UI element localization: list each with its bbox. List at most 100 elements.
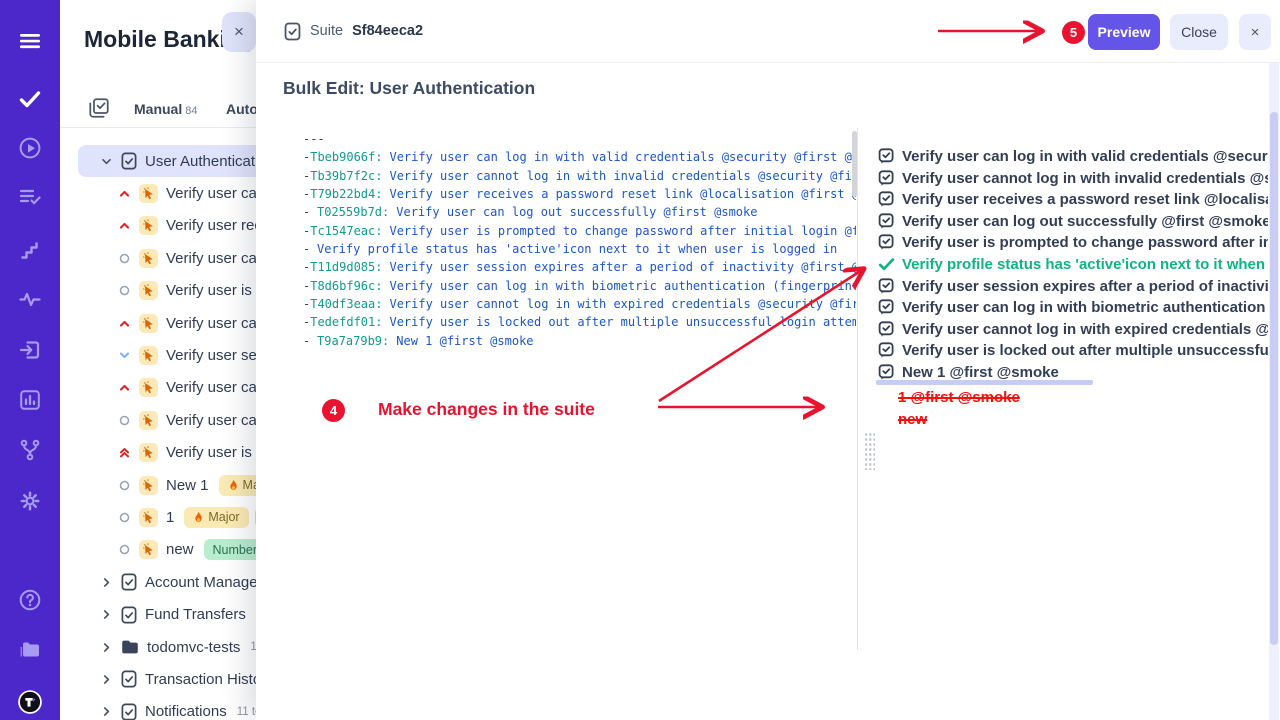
reports-chart-icon[interactable] xyxy=(18,388,42,412)
suite-file-icon xyxy=(121,573,137,591)
suite-file-icon xyxy=(284,22,301,41)
suite-file-icon xyxy=(121,152,137,170)
tree-item-label: Fund Transfers xyxy=(145,606,246,623)
sidebar-close-button[interactable]: × xyxy=(222,12,256,52)
preview-item: Verify user is prompted to change passwo… xyxy=(878,232,1268,254)
preview-button[interactable]: Preview xyxy=(1088,14,1160,50)
suite-id: Sf84eeca2 xyxy=(352,23,423,39)
manual-test-icon xyxy=(139,476,158,495)
sign-in-icon[interactable] xyxy=(18,338,42,362)
priority-icon xyxy=(118,252,131,265)
settings-gear-icon[interactable] xyxy=(18,489,42,513)
runs-play-icon[interactable] xyxy=(18,136,42,160)
manual-test-icon xyxy=(139,314,158,333)
expander-chevron-icon[interactable] xyxy=(100,576,113,589)
removed-item-text: new xyxy=(898,409,1020,431)
manual-test-icon xyxy=(139,249,158,268)
manual-test-icon xyxy=(139,346,158,365)
test-checkbox-icon xyxy=(878,278,895,295)
expander-chevron-icon[interactable] xyxy=(100,155,113,168)
pane-resize-handle[interactable] xyxy=(864,432,875,470)
test-checkbox-icon xyxy=(878,342,895,359)
tree-item-badge: Major xyxy=(184,507,248,528)
pulse-activity-icon[interactable] xyxy=(18,287,42,311)
tab-manual-count: 84 xyxy=(185,105,197,117)
code-line: -Tedefdf01:Verify user is locked out aft… xyxy=(303,313,856,331)
preview-item-text: Verify user session expires after a peri… xyxy=(902,278,1268,295)
expander-chevron-icon[interactable] xyxy=(100,608,113,621)
modal-scrollbar-thumb[interactable] xyxy=(1270,112,1278,645)
plans-checklist-icon[interactable] xyxy=(18,185,42,209)
priority-icon xyxy=(118,414,131,427)
code-line: -T8d6bf96c:Verify user can log in with b… xyxy=(303,277,856,295)
preview-item: Verify user cannot log in with expired c… xyxy=(878,318,1268,340)
removed-items: 1 @first @smoke new xyxy=(898,387,1020,430)
manual-test-icon xyxy=(139,378,158,397)
test-checkbox-icon xyxy=(878,148,895,165)
manual-test-icon xyxy=(139,216,158,235)
preview-item: Verify user is locked out after multiple… xyxy=(878,340,1268,362)
steps-icon[interactable] xyxy=(18,238,42,262)
priority-icon xyxy=(118,349,131,362)
modal-scrollbar-track[interactable] xyxy=(1269,63,1279,720)
help-icon[interactable] xyxy=(18,588,42,612)
preview-item: Verify user can log in with valid creden… xyxy=(878,146,1268,168)
code-line: -Tb39b7f2c:Verify user cannot log in wit… xyxy=(303,167,856,185)
test-checkbox-icon xyxy=(878,213,895,230)
preview-item-text: Verify user can log out successfully @fi… xyxy=(902,213,1268,230)
expander-chevron-icon[interactable] xyxy=(100,641,113,654)
code-line: -T79b22bd4:Verify user receives a passwo… xyxy=(303,185,856,203)
close-button[interactable]: Close xyxy=(1170,14,1228,50)
branch-fork-icon[interactable] xyxy=(18,438,42,462)
code-line: -T40df3eaa:Verify user cannot log in wit… xyxy=(303,295,856,313)
tests-check-icon[interactable] xyxy=(18,87,42,111)
preview-item: Verify user can log in with biometric au… xyxy=(878,297,1268,319)
modal-x-button[interactable]: × xyxy=(1239,14,1271,50)
priority-icon xyxy=(118,479,131,492)
flame-icon xyxy=(228,479,239,492)
priority-icon xyxy=(118,381,131,394)
tree-item-label: todomvc-tests xyxy=(147,639,240,656)
test-checkbox-icon xyxy=(878,364,895,381)
suite-file-icon xyxy=(121,703,137,720)
manual-test-icon xyxy=(139,508,158,527)
projects-folder-icon[interactable] xyxy=(18,638,42,662)
tree-item-label: 1 xyxy=(166,509,174,526)
flame-icon xyxy=(193,511,204,524)
manual-test-icon xyxy=(139,443,158,462)
test-checkbox-icon xyxy=(878,299,895,316)
expander-chevron-icon[interactable] xyxy=(100,705,113,718)
tree-item-label: New 1 xyxy=(166,477,209,494)
manual-test-icon xyxy=(139,540,158,559)
preview-item: Verify user cannot log in with invalid c… xyxy=(878,168,1268,190)
app-icon-rail xyxy=(0,0,60,720)
code-line: -Tc1547eac:Verify user is prompted to ch… xyxy=(303,222,856,240)
test-checkbox-icon xyxy=(878,321,895,338)
editor-scrollbar-track[interactable] xyxy=(857,128,858,650)
code-line: --- xyxy=(303,130,856,148)
expander-chevron-icon[interactable] xyxy=(100,673,113,686)
suite-file-icon xyxy=(121,606,137,624)
bulk-edit-title: Bulk Edit: User Authentication xyxy=(283,78,535,99)
editor-scrollbar-thumb[interactable] xyxy=(852,131,857,197)
suite-word: Suite xyxy=(310,23,343,39)
priority-icon xyxy=(118,446,131,459)
user-avatar[interactable] xyxy=(12,684,48,720)
tab-manual[interactable]: Manual84 xyxy=(134,101,197,117)
suite-file-icon xyxy=(121,670,137,688)
priority-icon xyxy=(118,187,131,200)
priority-icon xyxy=(118,511,131,524)
code-line: -T11d9d085:Verify user session expires a… xyxy=(303,258,856,276)
menu-icon[interactable] xyxy=(18,29,42,53)
tree-item-label: Notifications xyxy=(145,703,227,720)
preview-item-text: Verify user is locked out after multiple… xyxy=(902,342,1268,359)
preview-item-text: Verify user can log in with valid creden… xyxy=(902,148,1268,165)
priority-icon xyxy=(118,219,131,232)
removed-item-text: 1 @first @smoke xyxy=(898,387,1020,409)
modal-header: Suite Sf84eeca2 Preview Close × xyxy=(256,0,1280,63)
yaml-editor[interactable]: --- -Tbeb9066f:Verify user can log in wi… xyxy=(303,130,856,652)
preview-item-text: Verify profile status has 'active'icon n… xyxy=(902,256,1268,273)
preview-item-text: Verify user receives a password reset li… xyxy=(902,191,1268,208)
manual-test-icon xyxy=(139,281,158,300)
preview-item-text: Verify user cannot log in with invalid c… xyxy=(902,170,1268,187)
